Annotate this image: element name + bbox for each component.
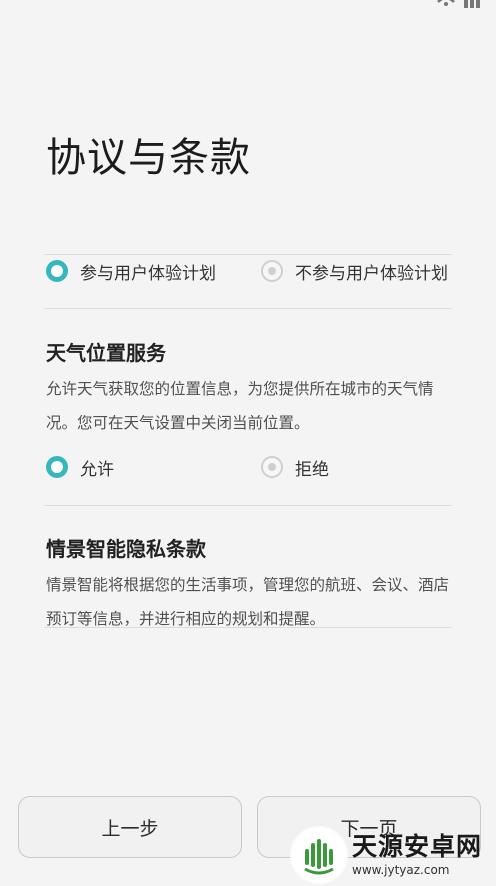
divider	[44, 627, 452, 628]
join-experience-plan-radio[interactable]: 参与用户体验计划	[46, 256, 216, 286]
page-title: 协议与条款	[46, 135, 251, 181]
radio-checked-icon	[46, 260, 68, 282]
deny-location-radio[interactable]: 拒绝	[261, 452, 329, 482]
weather-location-options: 允许 拒绝	[46, 452, 452, 482]
deny-location-label: 拒绝	[295, 459, 329, 480]
allow-location-radio[interactable]: 允许	[46, 452, 114, 482]
radio-unchecked-icon	[261, 456, 283, 478]
allow-location-label: 允许	[80, 459, 114, 480]
smart-privacy-title: 情景智能隐私条款	[46, 537, 206, 561]
experience-plan-options: 参与用户体验计划 不参与用户体验计划	[46, 256, 452, 286]
weather-location-title: 天气位置服务	[46, 341, 166, 365]
site-watermark: 天源安卓网 www.jytyaz.com	[292, 826, 488, 884]
watermark-url: www.jytyaz.com	[352, 863, 450, 877]
decline-experience-plan-radio[interactable]: 不参与用户体验计划	[261, 256, 448, 286]
smart-privacy-description: 情景智能将根据您的生活事项，管理您的航班、会议、酒店预订等信息，并进行相应的规划…	[46, 576, 450, 628]
decline-experience-plan-label: 不参与用户体验计划	[295, 263, 448, 284]
previous-step-button[interactable]: 上一步	[18, 796, 242, 858]
radio-unchecked-icon	[261, 260, 283, 282]
divider	[44, 254, 452, 255]
join-experience-plan-label: 参与用户体验计划	[80, 263, 216, 284]
weather-location-description: 允许天气获取您的位置信息，为您提供所在城市的天气情况。您可在天气设置中关闭当前位…	[46, 380, 434, 432]
wifi-signal-icon	[437, 0, 480, 8]
watermark-name: 天源安卓网	[352, 832, 483, 861]
divider	[44, 505, 452, 506]
android-logo-icon	[292, 828, 346, 882]
divider	[44, 308, 452, 309]
radio-checked-icon	[46, 456, 68, 478]
